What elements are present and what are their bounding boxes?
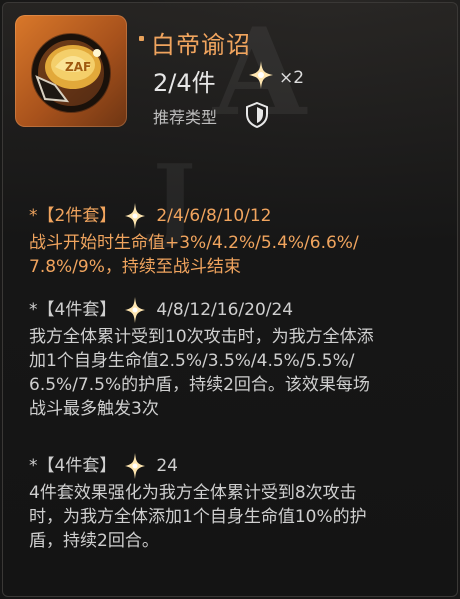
svg-text:ZAF: ZAF <box>65 60 91 74</box>
set-bonus-4piece-enhanced: *【4件套】 24 4件套效果强化为我方全体累计受到8次攻击 时，为我方全体添加… <box>29 451 367 553</box>
set-label: *【2件套】 <box>29 206 117 226</box>
set-desc-line: 6.5%/7.5%的护盾，持续2回合。该效果每场 <box>29 375 370 395</box>
set-values: 4/8/12/16/20/24 <box>156 300 294 320</box>
set-desc-line: 时，为我方全体添加1个自身生命值10%的护 <box>29 507 367 527</box>
recommend-type-label: 推荐类型 <box>153 108 218 127</box>
set-bonus-4piece: *【4件套】 4/8/12/16/20/24 我方全体累计受到10次攻击时，为我… <box>29 295 374 421</box>
item-title: 白帝谕诏 <box>151 31 251 59</box>
set-bonus-2piece: *【2件套】 2/4/6/8/10/12 战斗开始时生命值+3%/4.2%/5.… <box>29 201 359 279</box>
set-desc-line: 盾，持续2回合。 <box>29 531 159 551</box>
set-label: *【4件套】 <box>29 300 117 320</box>
set-label: *【4件套】 <box>29 456 117 476</box>
sparkle-icon <box>125 203 146 229</box>
set-header: *【2件套】 2/4/6/8/10/12 <box>29 201 359 231</box>
item-icon-tile[interactable]: ZAF <box>15 15 127 127</box>
title-bullet <box>139 36 144 41</box>
set-detail-panel: A J ZAF 白帝谕诏 2/4件 ×2 推荐类型 *【2件套】 2/4/6/8… <box>2 2 458 597</box>
item-emblem-icon: ZAF <box>31 33 111 113</box>
sparkle-icon <box>249 61 273 89</box>
set-header: *【4件套】 24 <box>29 451 367 481</box>
set-values: 24 <box>156 456 178 476</box>
set-header: *【4件套】 4/8/12/16/20/24 <box>29 295 374 325</box>
set-desc-line: 加1个自身生命值2.5%/3.5%/4.5%/5.5%/ <box>29 351 355 371</box>
set-desc-line: 战斗最多触发3次 <box>29 399 159 419</box>
multiplier-label: ×2 <box>279 68 305 88</box>
shield-icon[interactable] <box>245 102 269 128</box>
sparkle-icon <box>125 297 146 323</box>
set-desc-line: 4件套效果强化为我方全体累计受到8次攻击 <box>29 483 357 503</box>
set-desc-line: 我方全体累计受到10次攻击时，为我方全体添 <box>29 327 374 347</box>
sparkle-icon <box>125 453 146 479</box>
piece-count: 2/4件 <box>153 69 216 97</box>
set-desc-line: 战斗开始时生命值+3%/4.2%/5.4%/6.6%/ <box>29 233 359 253</box>
set-values: 2/4/6/8/10/12 <box>156 206 272 226</box>
set-desc-line: 7.8%/9%，持续至战斗结束 <box>29 257 241 277</box>
